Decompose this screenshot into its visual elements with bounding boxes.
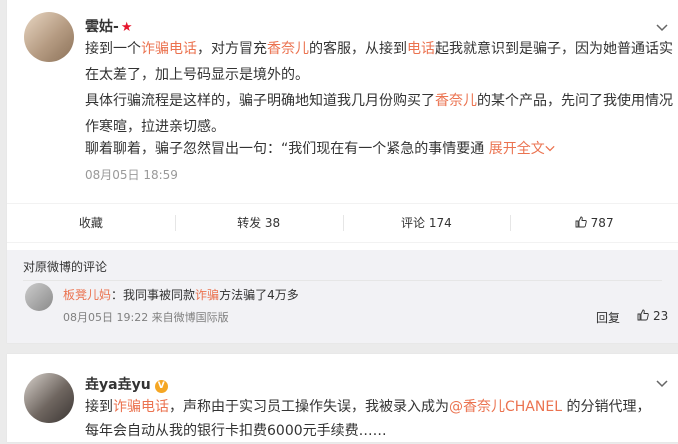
divider (23, 280, 662, 281)
post-paragraph-1: 接到一个诈骗电话，对方冒充香奈儿的客服，从接到电话起我就意识到是骗子，因为她普通… (85, 41, 673, 83)
favorite-button[interactable]: 收藏 (7, 204, 175, 242)
comment-text: 板凳儿妈：我同事被同款诈骗方法骗了4万多 (63, 288, 299, 302)
thumb-up-icon (637, 309, 649, 321)
keyword-link[interactable]: 电话 (407, 41, 435, 57)
mention-link[interactable]: @香奈儿CHANEL (449, 399, 562, 415)
chevron-down-icon[interactable] (656, 374, 672, 390)
thumb-up-icon (575, 216, 587, 228)
keyword-link[interactable]: 诈骗电话 (141, 41, 197, 57)
expand-full-text-link[interactable]: 展开全文 (489, 141, 555, 157)
weibo-post-card: 接到诈骗电话，声称由于实习员工操作失误，我被录入成为@香奈儿CHANEL 的分销… (7, 354, 678, 442)
comment-button[interactable]: 评论 174 (342, 204, 511, 242)
post-paragraph-1: 接到诈骗电话，声称由于实习员工操作失误，我被录入成为@香奈儿CHANEL 的分销… (85, 399, 651, 415)
repost-button[interactable]: 转发 38 (174, 204, 343, 242)
post-paragraph-2: 每年会自动从我的银行卡扣费6000元手续费…… (85, 423, 387, 439)
comment-avatar[interactable] (25, 283, 53, 311)
post-username[interactable]: 雲姑- ★ (85, 16, 132, 36)
avatar[interactable] (24, 12, 74, 62)
avatar[interactable] (24, 373, 74, 423)
weibo-post-card: 雲姑- ★ 接到一个诈骗电话，对方冒充香奈儿的客服，从接到电话起我就意识到是骗子，… (7, 0, 678, 343)
keyword-link[interactable]: 诈骗电话 (113, 399, 169, 415)
chevron-down-icon (545, 145, 555, 152)
post-paragraph-2: 具体行骗流程是这样的，骗子明确地知道我几月份购买了香奈儿的某个产品，先问了我使用… (85, 93, 673, 135)
star-badge-icon: ★ (120, 20, 133, 35)
keyword-link[interactable]: 香奈儿 (267, 41, 309, 57)
comment-like-button[interactable]: 23 (637, 309, 668, 323)
comment-meta: 08月05日 19:22 来自微博国际版 (63, 311, 229, 324)
chevron-down-icon[interactable] (656, 18, 672, 34)
comment-username[interactable]: 板凳儿妈 (63, 288, 111, 302)
post-action-bar: 收藏 转发 38 评论 174 787 (7, 203, 678, 243)
verified-badge-icon: V (154, 380, 168, 393)
post-timestamp[interactable]: 08月05日 18:59 (85, 166, 178, 183)
keyword-link[interactable]: 香奈儿 (435, 93, 477, 109)
like-button[interactable]: 787 (510, 204, 678, 242)
reply-button[interactable]: 回复 (596, 309, 620, 326)
post-username[interactable]: 垚ya垚yu V (85, 374, 168, 394)
original-post-comments: 对原微博的评论 板凳儿妈：我同事被同款诈骗方法骗了4万多 08月05日 19:2… (7, 250, 678, 343)
keyword-link[interactable]: 诈骗 (195, 288, 219, 302)
comments-header: 对原微博的评论 (23, 260, 108, 274)
post-paragraph-3: 聊着聊着，骗子忽然冒出一句：“我们现在有一个紧急的事情要通 展开全文 (85, 136, 675, 162)
